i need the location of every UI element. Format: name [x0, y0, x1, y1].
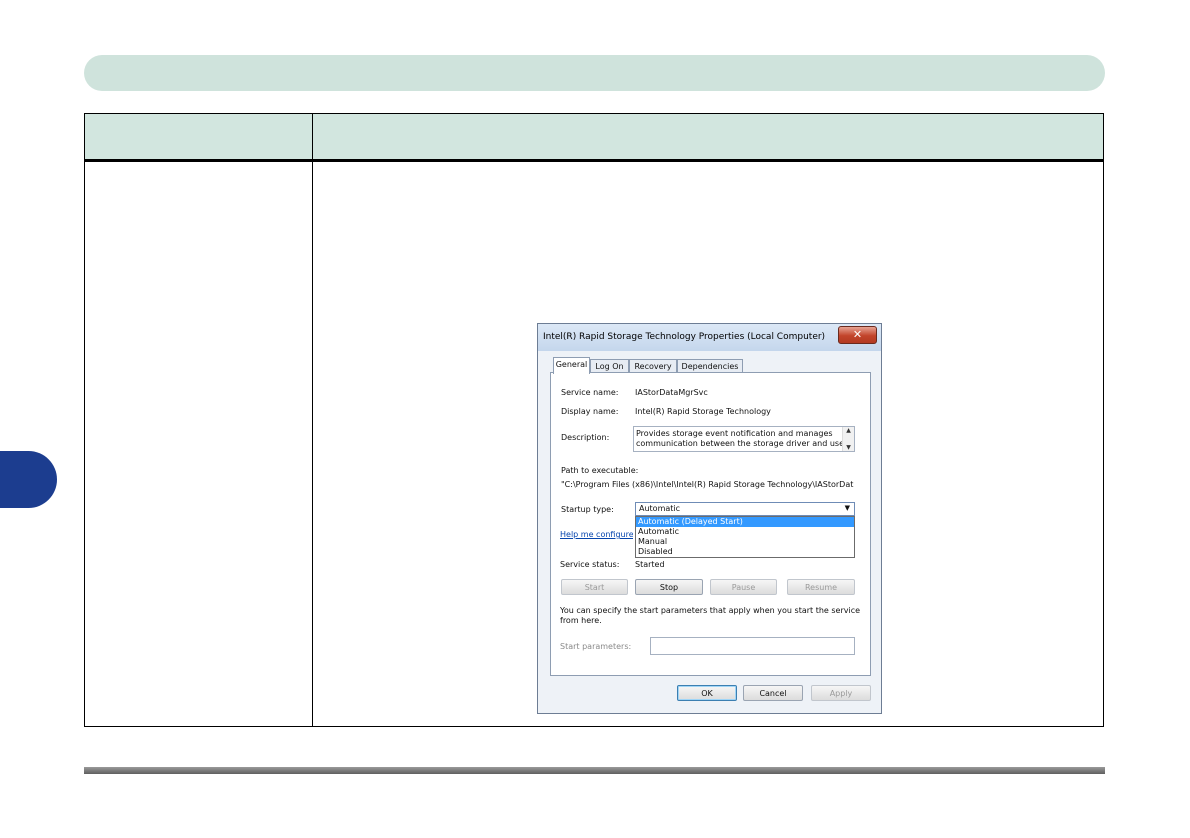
help-configure-link[interactable]: Help me configure	[560, 530, 633, 539]
column-divider	[312, 114, 313, 726]
startup-type-value: Automatic	[639, 504, 681, 513]
display-name-label: Display name:	[561, 407, 619, 416]
tab-dependencies[interactable]: Dependencies	[677, 359, 743, 373]
close-icon: ✕	[852, 328, 863, 341]
service-status-label: Service status:	[560, 560, 620, 569]
scroll-down-icon[interactable]: ▼	[843, 444, 854, 451]
service-name-label: Service name:	[561, 388, 619, 397]
option-manual[interactable]: Manual	[636, 537, 854, 547]
service-status-value: Started	[635, 560, 665, 569]
ok-button[interactable]: OK	[677, 685, 737, 701]
service-properties-dialog: Intel(R) Rapid Storage Technology Proper…	[537, 323, 882, 714]
dialog-title: Intel(R) Rapid Storage Technology Proper…	[543, 332, 826, 342]
option-disabled[interactable]: Disabled	[636, 547, 854, 557]
close-button[interactable]: ✕	[838, 326, 877, 344]
chevron-down-icon: ▼	[844, 504, 850, 512]
params-hint-line-1: You can specify the start parameters tha…	[560, 606, 861, 615]
cancel-button[interactable]: Cancel	[743, 685, 803, 701]
start-params-label: Start parameters:	[560, 642, 632, 651]
option-automatic-delayed[interactable]: Automatic (Delayed Start)	[636, 517, 854, 527]
description-label: Description:	[561, 433, 610, 442]
tab-log-on[interactable]: Log On	[590, 359, 629, 373]
start-button[interactable]: Start	[561, 579, 628, 595]
path-value: "C:\Program Files (x86)\Intel\Intel(R) R…	[561, 480, 854, 489]
service-name-value: IAStorDataMgrSvc	[635, 388, 708, 397]
path-label: Path to executable:	[561, 466, 639, 475]
stop-button[interactable]: Stop	[635, 579, 703, 595]
tab-general[interactable]: General	[553, 357, 590, 374]
startup-type-label: Startup type:	[561, 505, 614, 514]
option-automatic[interactable]: Automatic	[636, 527, 854, 537]
chapter-side-tab	[0, 451, 57, 508]
header-rule	[85, 159, 1103, 162]
startup-type-select[interactable]: Automatic ▼	[635, 502, 855, 516]
scroll-up-icon[interactable]: ▲	[843, 427, 854, 434]
footer-rule	[84, 767, 1105, 774]
resume-button[interactable]: Resume	[787, 579, 855, 595]
description-line-2: communication between the storage driver…	[636, 439, 848, 448]
chapter-header-band	[84, 55, 1105, 91]
tab-recovery[interactable]: Recovery	[629, 359, 677, 373]
startup-type-dropdown: Automatic (Delayed Start) Automatic Manu…	[635, 516, 855, 558]
start-params-input[interactable]	[650, 637, 855, 655]
params-hint-line-2: from here.	[560, 616, 602, 625]
description-box[interactable]: Provides storage event notification and …	[633, 426, 855, 452]
dialog-titlebar: Intel(R) Rapid Storage Technology Proper…	[538, 324, 881, 351]
description-line-1: Provides storage event notification and …	[636, 429, 833, 438]
apply-button[interactable]: Apply	[811, 685, 871, 701]
table-header-row	[85, 114, 1103, 159]
display-name-value: Intel(R) Rapid Storage Technology	[635, 407, 771, 416]
pause-button[interactable]: Pause	[710, 579, 777, 595]
description-scrollbar[interactable]: ▲ ▼	[842, 427, 854, 451]
